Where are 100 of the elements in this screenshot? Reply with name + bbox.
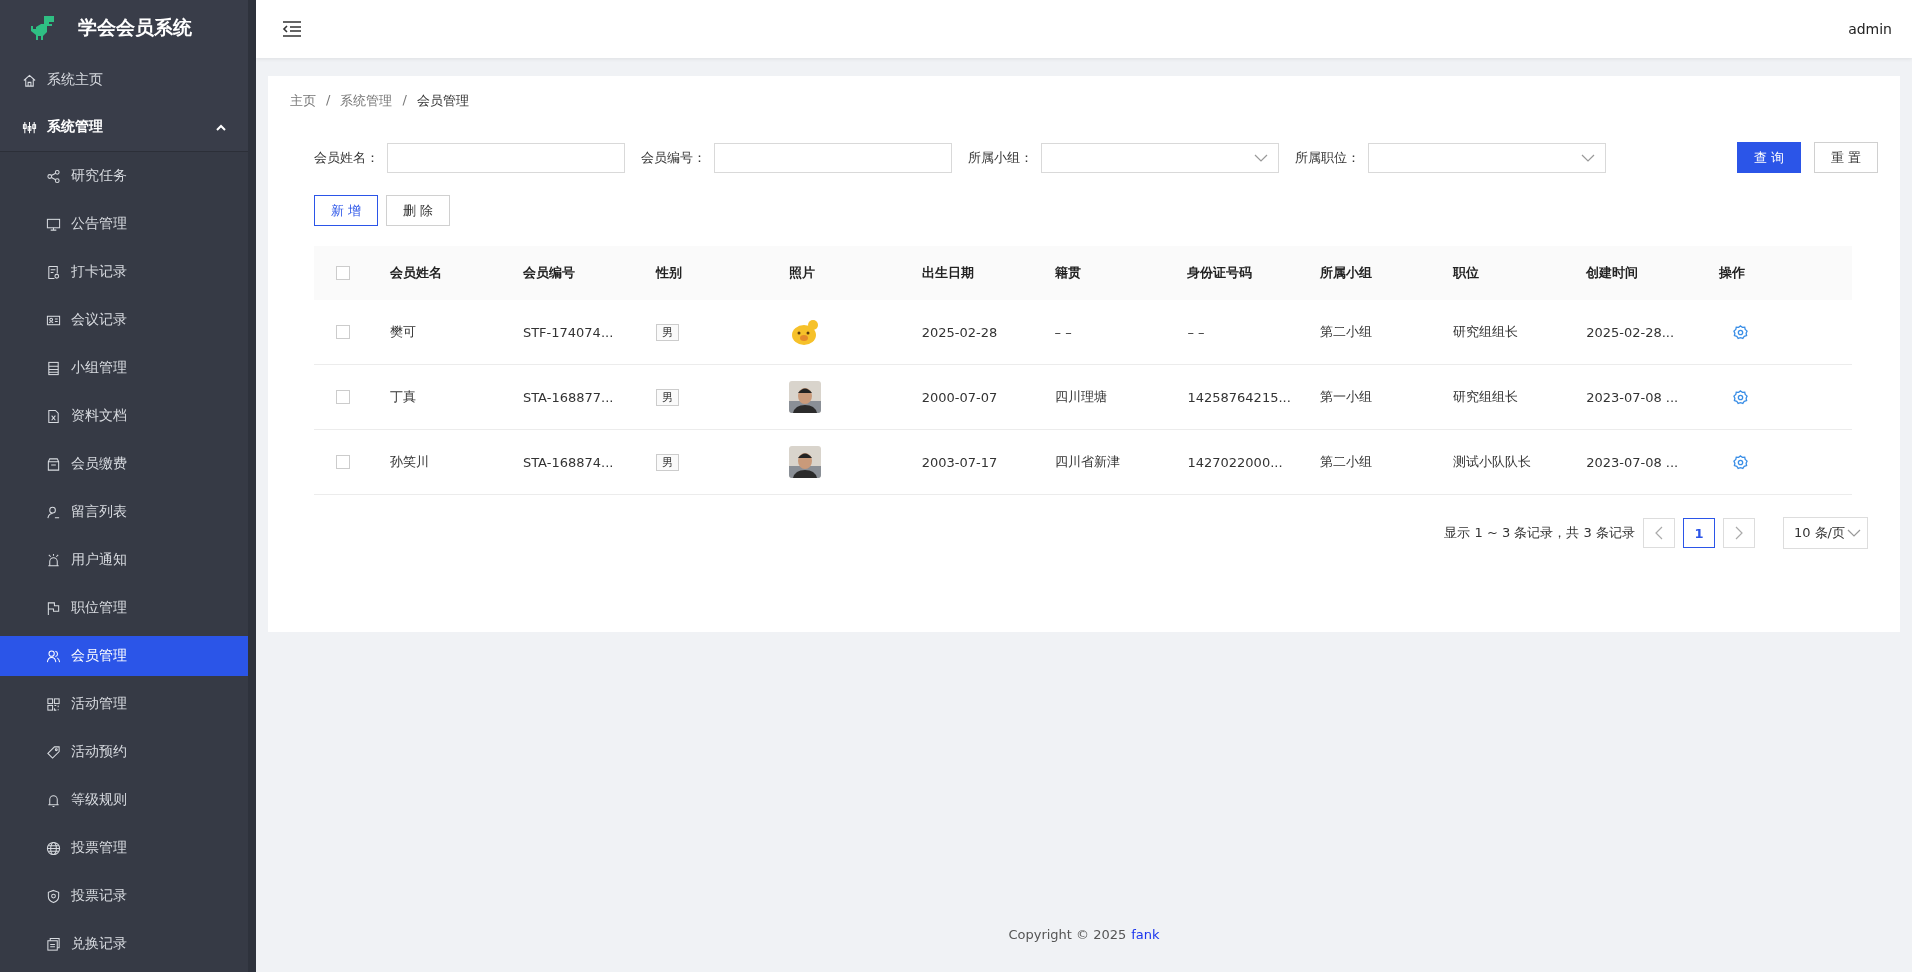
box-icon <box>46 456 61 472</box>
sidebar-item[interactable]: 活动预约 <box>0 732 248 772</box>
table-cell: STA-168874... <box>522 454 614 470</box>
table-cell: 14258764215... <box>1187 389 1291 405</box>
sidebar-item[interactable]: 留言列表 <box>0 492 248 532</box>
user-name[interactable]: admin <box>1848 21 1892 37</box>
page-button[interactable]: 1 <box>1682 518 1715 548</box>
table-cell: 测试小队队长 <box>1453 454 1532 469</box>
table-cell: 2023-07-08 ... <box>1586 389 1679 405</box>
previous-page-button[interactable] <box>1642 518 1675 548</box>
table-cell: 2023-07-08 ... <box>1586 454 1679 470</box>
flag-icon <box>46 600 61 616</box>
copy-icon <box>46 936 61 952</box>
field-label: 会员姓名： <box>314 148 379 167</box>
sidebar-item[interactable]: 研究任务 <box>0 156 248 196</box>
settings-icon[interactable] <box>1733 454 1749 470</box>
sidebar-item[interactable]: 公告管理 <box>0 204 248 244</box>
menu-icon[interactable] <box>282 20 302 38</box>
table-cell: 1427022000... <box>1187 454 1283 470</box>
checkbox[interactable] <box>336 390 350 404</box>
sidebar-item[interactable]: 资料文档 <box>0 396 248 436</box>
field-label: 所属小组： <box>968 148 1033 167</box>
column-header: 出生日期 <box>921 265 974 280</box>
table-cell: 四川理塘 <box>1054 389 1107 404</box>
column-header: 创建时间 <box>1586 265 1639 280</box>
sidebar-item[interactable]: 投票记录 <box>0 876 248 916</box>
table-cell: 2025-02-28... <box>1586 324 1675 340</box>
input-field[interactable] <box>714 142 952 173</box>
sidebar-item[interactable]: 会议记录 <box>0 300 248 340</box>
add-button[interactable]: 新 增 <box>314 195 379 226</box>
settings-icon[interactable] <box>1733 324 1749 340</box>
chevron-down-icon <box>1847 529 1861 537</box>
checkbox[interactable] <box>336 325 350 339</box>
checkbox[interactable] <box>336 266 350 280</box>
monitor-icon <box>46 216 61 232</box>
sidebar-item[interactable]: 小组管理 <box>0 348 248 388</box>
grid-icon <box>46 696 61 712</box>
field-label: 会员编号： <box>641 148 706 167</box>
breadcrumb-separator: / <box>402 92 407 109</box>
breadcrumb-item[interactable]: 系统管理 <box>340 92 393 110</box>
table-cell: 第一小组 <box>1320 389 1373 404</box>
table-cell: 研究组组长 <box>1453 324 1519 339</box>
sidebar-item[interactable]: 活动管理 <box>0 684 248 724</box>
select-field[interactable] <box>1368 142 1606 173</box>
table-cell: 四川省新津 <box>1054 454 1120 469</box>
settings-icon[interactable] <box>1733 389 1749 405</box>
checkbox[interactable] <box>336 455 350 469</box>
home-icon <box>22 72 37 88</box>
breadcrumb-item[interactable]: 主页 <box>290 92 316 110</box>
sidebar-item[interactable]: 等级规则 <box>0 780 248 820</box>
table-cell: 丁真 <box>390 389 416 404</box>
sidebar-item[interactable]: 投票管理 <box>0 828 248 868</box>
table-cell: 研究组组长 <box>1453 389 1519 404</box>
column-header: 身份证号码 <box>1187 265 1253 280</box>
sidebar-item[interactable]: 系统主页 <box>0 56 248 104</box>
sidebar-item[interactable]: 用户通知 <box>0 540 248 580</box>
table-cell: STF-174074... <box>522 324 614 340</box>
sidebar-item[interactable]: 会员管理 <box>0 636 248 676</box>
shield-icon <box>46 888 61 904</box>
table-cell: – – <box>1054 324 1072 340</box>
sidebar-item[interactable]: 会员缴费 <box>0 444 248 484</box>
pagination-summary: 显示 1 ~ 3 条记录，共 3 条记录 <box>1444 524 1635 542</box>
table-cell: 第二小组 <box>1320 454 1373 469</box>
field-label: 所属职位： <box>1295 148 1360 167</box>
chevron-right-icon <box>1734 526 1743 540</box>
breadcrumb-separator: / <box>326 92 331 109</box>
gender-tag: 男 <box>655 389 679 406</box>
column-header: 照片 <box>788 265 815 280</box>
column-header: 会员编号 <box>522 265 575 280</box>
sliders-icon <box>22 119 37 135</box>
users-icon <box>46 648 61 664</box>
sidebar-item[interactable]: 打卡记录 <box>0 252 248 292</box>
doc-icon <box>46 264 61 280</box>
caret-icon <box>216 123 226 131</box>
share-icon <box>46 168 61 184</box>
column-header: 职位 <box>1453 265 1480 280</box>
tag-icon <box>46 744 61 760</box>
table-cell: 2025-02-28 <box>921 324 998 340</box>
column-header: 性别 <box>655 265 682 280</box>
select-field[interactable] <box>1041 142 1279 173</box>
column-header: 所属小组 <box>1320 265 1373 280</box>
user-icon <box>46 504 61 520</box>
author-link[interactable]: fank <box>1131 927 1160 942</box>
copyright-text: Copyright © 2025 <box>1008 927 1127 942</box>
table-cell: 2000-07-07 <box>921 389 998 405</box>
app-title: 学会会员系统 <box>78 15 192 41</box>
reset-button[interactable]: 重 置 <box>1813 142 1878 173</box>
delete-button[interactable]: 删 除 <box>386 195 451 226</box>
page-size-select[interactable]: 10 条/页 <box>1782 517 1868 549</box>
chevron-icon <box>1254 153 1268 162</box>
breadcrumb-item: 会员管理 <box>416 92 469 110</box>
search-button[interactable]: 查 询 <box>1736 142 1801 173</box>
gender-tag: 男 <box>655 324 679 341</box>
next-page-button[interactable] <box>1722 518 1755 548</box>
sidebar-item[interactable]: 职位管理 <box>0 588 248 628</box>
chevron-left-icon <box>1654 526 1663 540</box>
sidebar-item[interactable]: 兑换记录 <box>0 924 248 964</box>
chevron-icon <box>1581 153 1595 162</box>
table-cell: STA-168877... <box>522 389 614 405</box>
input-field[interactable] <box>387 142 625 173</box>
